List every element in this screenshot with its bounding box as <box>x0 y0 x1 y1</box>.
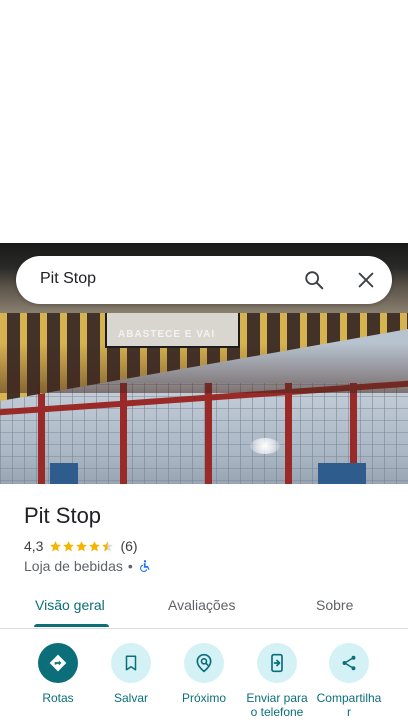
save-circle <box>111 643 151 683</box>
photo-light <box>250 438 280 454</box>
photo-beam <box>285 383 292 484</box>
directions-label: Rotas <box>42 691 74 705</box>
search-input[interactable]: Pit Stop <box>40 270 96 288</box>
photo-beam <box>205 383 212 484</box>
active-tab-indicator <box>34 624 109 627</box>
place-category: Loja de bebidas <box>24 558 123 574</box>
search-bar[interactable]: Pit Stop <box>16 256 392 304</box>
photo-crate <box>50 463 78 484</box>
bookmark-icon <box>125 655 137 671</box>
close-icon[interactable] <box>355 269 377 291</box>
star-icon <box>76 540 88 551</box>
save-button[interactable]: Salvar <box>93 643 169 705</box>
star-icon <box>89 540 101 551</box>
wheelchair-accessible-icon <box>139 560 150 572</box>
rating-value: 4,3 <box>24 538 44 554</box>
tab-about[interactable]: Sobre <box>316 597 353 613</box>
action-bar: Rotas Salvar Próximo Enviar para o telef… <box>0 630 408 728</box>
send-to-phone-label: Enviar para o telefone <box>246 691 308 719</box>
photo-shade <box>0 343 408 393</box>
send-to-phone-icon <box>271 653 283 673</box>
review-count[interactable]: (6) <box>120 538 137 554</box>
share-circle <box>329 643 369 683</box>
rating-row[interactable]: 4,3 (6) <box>24 537 138 555</box>
directions-button[interactable]: Rotas <box>20 643 96 705</box>
share-icon <box>342 655 356 671</box>
photo-sign-text: ABASTECE E VAI <box>118 329 216 340</box>
share-button[interactable]: Compartilhar <box>311 643 387 719</box>
place-title: Pit Stop <box>24 503 102 528</box>
search-icon[interactable] <box>303 269 325 291</box>
send-to-phone-button[interactable]: Enviar para o telefone <box>239 643 315 719</box>
tab-bar: Visão geral Avaliações Sobre <box>0 586 408 629</box>
photo-beam <box>38 383 45 484</box>
send-to-phone-circle <box>257 643 297 683</box>
nearby-icon <box>196 653 212 673</box>
category-row: Loja de bebidas • <box>24 557 152 575</box>
separator-dot: • <box>127 558 133 574</box>
star-half-icon <box>102 540 114 551</box>
tab-reviews[interactable]: Avaliações <box>168 597 235 613</box>
star-icon <box>50 540 62 551</box>
nearby-button[interactable]: Próximo <box>166 643 242 705</box>
share-label: Compartilhar <box>316 691 382 719</box>
photo-beam <box>120 383 127 484</box>
nearby-label: Próximo <box>181 691 226 705</box>
directions-circle <box>38 643 78 683</box>
star-icon <box>63 540 75 551</box>
directions-icon <box>49 654 67 672</box>
save-label: Salvar <box>113 691 148 705</box>
tab-overview[interactable]: Visão geral <box>35 597 105 613</box>
place-screen: ABASTECE E VAI Pit Stop Pit Stop 4,3 (6) <box>0 0 408 728</box>
photo-crate <box>318 463 366 484</box>
rating-stars <box>49 540 114 553</box>
nearby-circle <box>184 643 224 683</box>
